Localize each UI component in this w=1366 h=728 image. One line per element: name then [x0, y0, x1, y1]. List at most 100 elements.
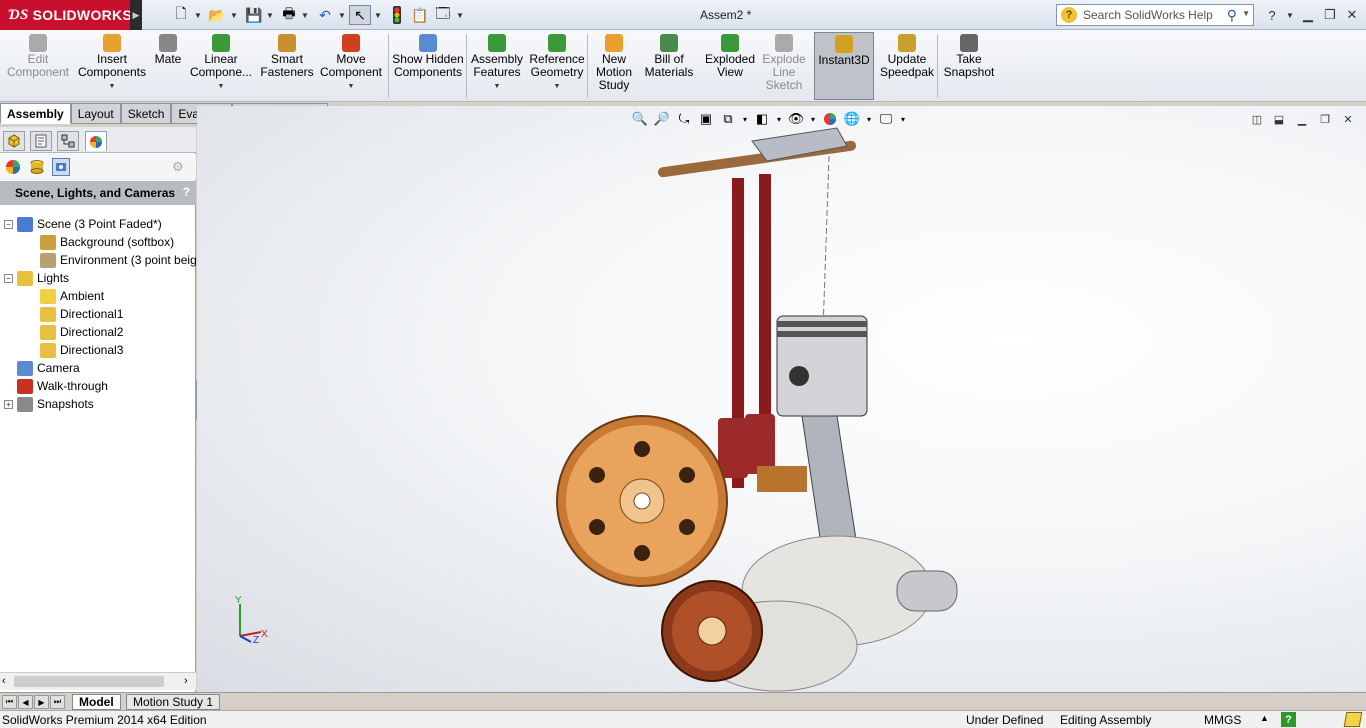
edit-appearance-icon[interactable]	[820, 110, 840, 128]
tab-model[interactable]: Model	[72, 694, 121, 710]
assembly-model[interactable]	[197, 106, 1366, 692]
apply-scene-dropdown-icon[interactable]: ▾	[864, 110, 874, 128]
appearances-icon[interactable]	[5, 159, 21, 178]
tab-layout[interactable]: Layout	[70, 103, 121, 124]
exploded-view-button[interactable]: Exploded View	[702, 32, 758, 100]
scroll-left-icon[interactable]: ‹	[2, 675, 6, 687]
take-snapshot-button[interactable]: Take Snapshot	[942, 32, 996, 100]
tree-item[interactable]: Camera	[0, 359, 196, 377]
collapse-icon[interactable]: −	[4, 219, 13, 229]
move-component-dropdown-icon[interactable]: ▼	[348, 80, 355, 93]
minimize-window-icon[interactable]: ▁	[1298, 6, 1318, 24]
insert-components-dropdown-icon[interactable]: ▼	[109, 80, 116, 93]
mate-button[interactable]: Mate	[152, 32, 184, 100]
display-style-dropdown-icon[interactable]: ▾	[774, 110, 784, 128]
select-dropdown-icon[interactable]: ▼	[373, 5, 383, 25]
options-dropdown-icon[interactable]: ▼	[455, 5, 465, 25]
tree-item[interactable]: Background (softbox)	[0, 233, 196, 251]
split-vertical-icon[interactable]: ◫	[1248, 112, 1266, 126]
configuration-manager-tab-icon[interactable]	[57, 131, 79, 151]
split-horizontal-icon[interactable]: ⬓	[1270, 112, 1288, 126]
scroll-thumb[interactable]	[14, 676, 164, 687]
apply-scene-icon[interactable]: 🌐	[842, 110, 862, 128]
reference-geometry-dropdown-icon[interactable]: ▼	[554, 80, 561, 93]
display-manager-tab-icon[interactable]	[85, 131, 107, 151]
search-dropdown-icon[interactable]: ▼	[1242, 9, 1250, 18]
tab-motion-study-1[interactable]: Motion Study 1	[126, 694, 221, 710]
assembly-features-dropdown-icon[interactable]: ▼	[494, 80, 501, 93]
tree-item[interactable]: + Snapshots	[0, 395, 196, 413]
tab-sketch[interactable]: Sketch	[120, 103, 172, 124]
bill-of-materials-button[interactable]: Bill of Materials	[642, 32, 696, 100]
instant3d-button[interactable]: Instant3D	[814, 32, 874, 100]
view-orientation-dropdown-icon[interactable]: ▾	[740, 110, 750, 128]
rebuild-traffic-light-icon[interactable]	[386, 5, 408, 25]
new-dropdown-icon[interactable]: ▼	[193, 5, 203, 25]
search-help-input[interactable]: ? Search SolidWorks Help ⚲ ▼	[1056, 4, 1254, 26]
undo-dropdown-icon[interactable]: ▼	[337, 5, 347, 25]
reference-geometry-button[interactable]: Reference Geometry ▼	[528, 32, 586, 100]
assembly-features-button[interactable]: Assembly Features ▼	[470, 32, 524, 100]
quick-tips-icon[interactable]	[1343, 712, 1363, 727]
expand-icon[interactable]: +	[4, 399, 13, 409]
linear-component-dropdown-icon[interactable]: ▼	[218, 80, 225, 93]
help-dropdown-icon[interactable]: ▼	[1280, 6, 1300, 24]
tree-item[interactable]: Directional1	[0, 305, 196, 323]
menu-flyout-arrow[interactable]: ▶	[130, 0, 142, 30]
next-tab-icon[interactable]: ▶	[34, 695, 49, 709]
open-folder-icon[interactable]: 📂	[206, 5, 228, 25]
tree-item[interactable]: Walk-through	[0, 377, 196, 395]
undo-icon[interactable]: ↶	[314, 5, 336, 25]
insert-components-button[interactable]: Insert Components ▼	[74, 32, 150, 100]
options-icon[interactable]: 🗔	[432, 5, 454, 25]
view-settings-dropdown-icon[interactable]: ▾	[898, 110, 908, 128]
linear-component-button[interactable]: Linear Compone... ▼	[186, 32, 256, 100]
section-view-icon[interactable]: ▣	[696, 110, 716, 128]
zoom-to-area-icon[interactable]: 🔎	[652, 110, 672, 128]
property-manager-tab-icon[interactable]	[30, 131, 52, 151]
help-icon[interactable]: ?	[1262, 6, 1282, 24]
decals-icon[interactable]	[29, 159, 45, 178]
scroll-right-icon[interactable]: ›	[184, 675, 188, 687]
open-dropdown-icon[interactable]: ▼	[229, 5, 239, 25]
view-settings-icon[interactable]: 🖵	[876, 110, 896, 128]
file-properties-icon[interactable]: 📋	[409, 5, 431, 25]
doc-restore-icon[interactable]: ❐	[1316, 112, 1334, 126]
smart-fasteners-button[interactable]: Smart Fasteners	[258, 32, 316, 100]
scene-lights-cameras-icon[interactable]	[52, 158, 70, 176]
previous-view-icon[interactable]: ⤿	[674, 110, 694, 128]
first-tab-icon[interactable]: ⏮	[2, 695, 17, 709]
panel-options-icon[interactable]: ⚙	[172, 159, 184, 175]
unit-system[interactable]: MMGS	[1204, 713, 1241, 727]
tree-item[interactable]: Ambient	[0, 287, 196, 305]
restore-window-icon[interactable]: ❐	[1320, 6, 1340, 24]
solidworks-logo[interactable]: ƊS SOLIDWORKS	[0, 0, 132, 30]
move-component-button[interactable]: Move Component ▼	[318, 32, 384, 100]
save-dropdown-icon[interactable]: ▼	[265, 5, 275, 25]
tree-item[interactable]: Directional2	[0, 323, 196, 341]
doc-minimize-icon[interactable]: ▁	[1293, 112, 1311, 126]
last-tab-icon[interactable]: ⏭	[50, 695, 65, 709]
zoom-to-fit-icon[interactable]: 🔍	[630, 110, 650, 128]
dynamic-annotation-icon[interactable]: ⧉	[718, 110, 738, 128]
tree-item[interactable]: − Lights	[0, 269, 196, 287]
new-document-icon[interactable]: 🗋	[170, 5, 192, 25]
prev-tab-icon[interactable]: ◀	[18, 695, 33, 709]
doc-close-icon[interactable]: ✕	[1339, 112, 1357, 126]
update-speedpak-button[interactable]: Update Speedpak	[876, 32, 938, 100]
print-dropdown-icon[interactable]: ▼	[300, 5, 310, 25]
tab-assembly[interactable]: Assembly	[0, 103, 71, 124]
units-dropdown-icon[interactable]: ▲	[1260, 713, 1269, 723]
collapse-icon[interactable]: −	[4, 273, 13, 283]
tree-item[interactable]: Environment (3 point beige)	[0, 251, 196, 269]
help-status-icon[interactable]: ?	[1281, 712, 1296, 727]
panel-horizontal-scrollbar[interactable]: ‹ ›	[0, 672, 196, 690]
panel-help-icon[interactable]: ?	[183, 185, 190, 199]
tree-item[interactable]: − Scene (3 Point Faded*)	[0, 215, 196, 233]
hide-show-items-icon[interactable]: 👁	[786, 110, 806, 128]
select-cursor-icon[interactable]: ↖	[349, 5, 371, 25]
feature-manager-tab-icon[interactable]	[3, 131, 25, 151]
display-style-icon[interactable]: ◧	[752, 110, 772, 128]
tree-item[interactable]: Directional3	[0, 341, 196, 359]
hide-show-dropdown-icon[interactable]: ▾	[808, 110, 818, 128]
